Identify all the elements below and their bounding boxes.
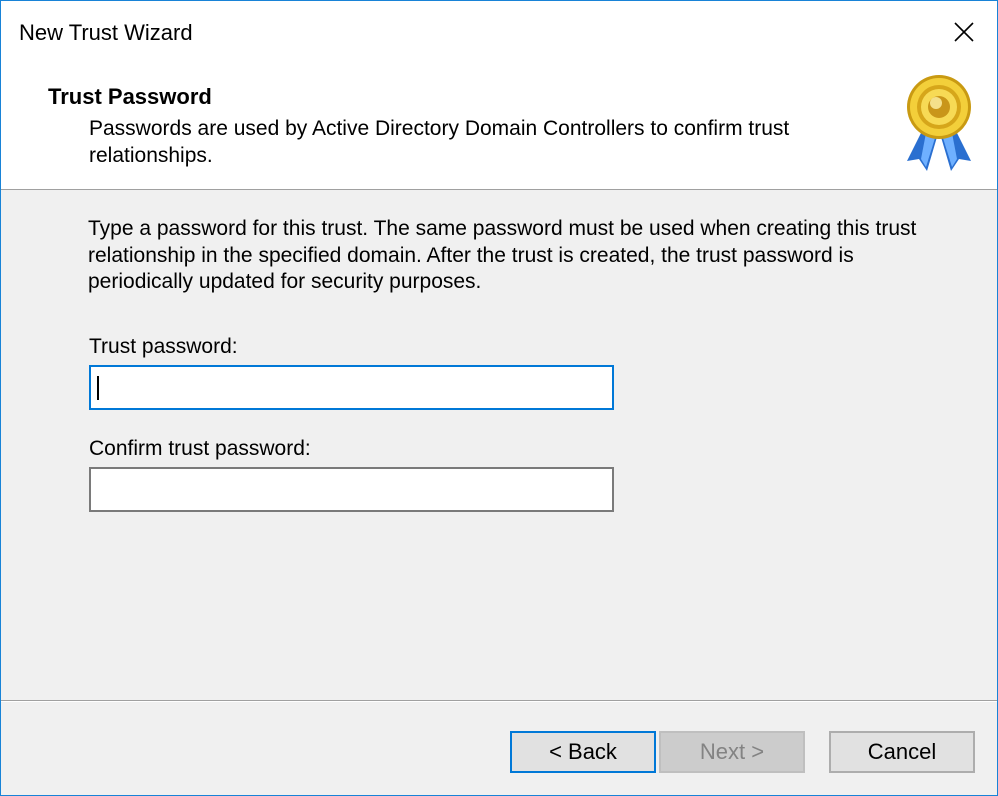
- instructions-text: Type a password for this trust. The same…: [88, 217, 917, 293]
- close-icon: [954, 22, 974, 42]
- next-button[interactable]: Next >: [659, 731, 805, 773]
- trust-password-label: Trust password:: [89, 335, 238, 358]
- page-subtitle: Passwords are used by Active Directory D…: [89, 117, 790, 167]
- award-seal-icon: [907, 75, 971, 171]
- confirm-trust-password-input[interactable]: [89, 467, 614, 512]
- title-bar: New Trust Wizard: [1, 1, 997, 65]
- text-caret: [97, 376, 99, 400]
- trust-password-input[interactable]: [89, 365, 614, 410]
- wizard-content: Type a password for this trust. The same…: [1, 190, 997, 700]
- confirm-trust-password-label: Confirm trust password:: [89, 437, 311, 460]
- wizard-header: Trust Password Passwords are used by Act…: [1, 65, 997, 190]
- wizard-window: New Trust Wizard Trust Password Password…: [0, 0, 998, 796]
- page-title: Trust Password: [48, 84, 212, 109]
- window-title: New Trust Wizard: [19, 20, 193, 45]
- close-button[interactable]: [931, 1, 997, 63]
- cancel-button[interactable]: Cancel: [829, 731, 975, 773]
- footer-divider: [1, 700, 997, 702]
- back-button[interactable]: < Back: [510, 731, 656, 773]
